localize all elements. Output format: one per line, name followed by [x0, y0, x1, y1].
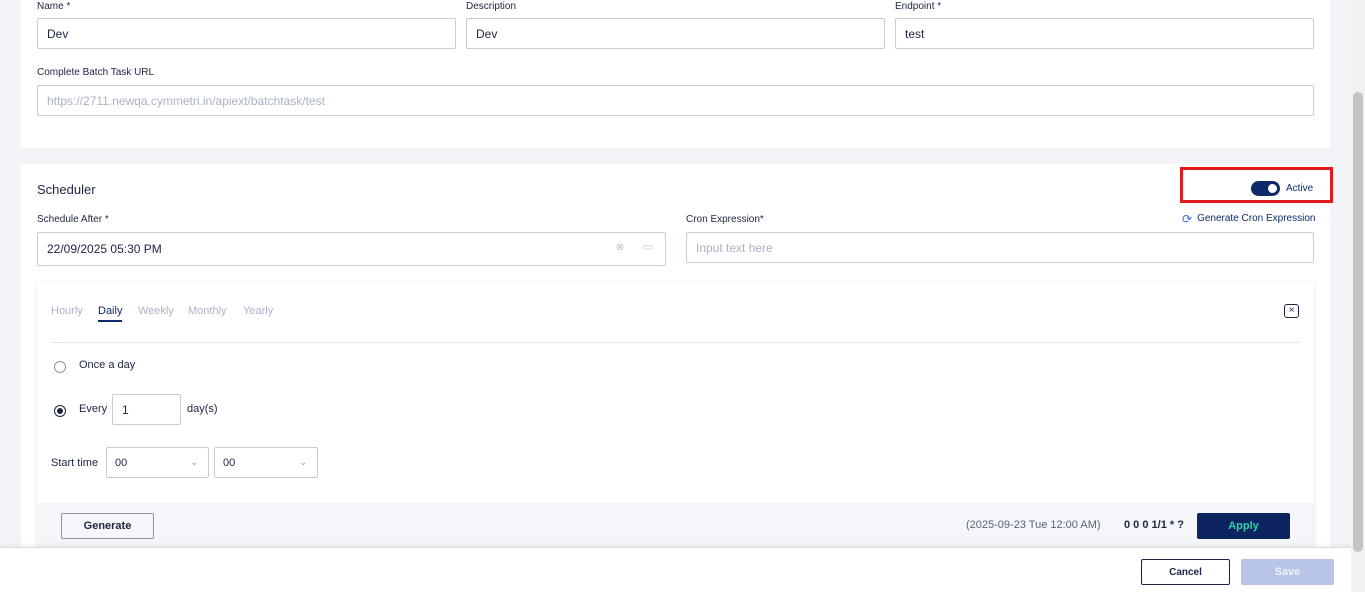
description-label: Description — [466, 1, 517, 12]
active-label: Active — [1286, 183, 1314, 194]
tab-yearly[interactable]: Yearly — [243, 305, 273, 317]
every-label: Every — [79, 403, 108, 415]
batch-url-label: Complete Batch Task URL — [37, 67, 155, 78]
name-label: Name * — [37, 1, 71, 12]
start-hour-select[interactable]: 00 ⌄ — [106, 447, 209, 478]
start-minute-select[interactable]: 00 ⌄ — [214, 447, 318, 478]
cron-expression-label: Cron Expression* — [686, 214, 764, 225]
schedule-after-input[interactable]: 22/09/2025 05:30 PM — [37, 232, 666, 266]
calendar-icon[interactable]: ▭ — [643, 242, 652, 253]
tab-daily[interactable]: Daily — [98, 305, 122, 317]
active-tab-indicator — [98, 320, 122, 322]
close-icon[interactable]: × — [1284, 304, 1299, 318]
days-unit-label: day(s) — [187, 403, 218, 415]
batch-url-input[interactable]: https://2711.newqa.cymmetri.in/apiext/ba… — [37, 85, 1314, 116]
start-minute-value: 00 — [223, 456, 236, 469]
generate-cron-link[interactable]: ⟳ Generate Cron Expression — [1182, 211, 1316, 226]
every-days-input[interactable]: 1 — [112, 394, 181, 425]
chevron-down-icon: ⌄ — [190, 457, 198, 467]
cron-expression-input[interactable]: Input text here — [686, 232, 1314, 263]
schedule-after-label: Schedule After * — [37, 214, 109, 225]
endpoint-label: Endpoint * — [895, 1, 942, 12]
start-time-label: Start time — [51, 457, 99, 469]
tab-weekly[interactable]: Weekly — [138, 305, 174, 317]
next-run-text: (2025-09-23 Tue 12:00 AM) — [966, 519, 1101, 531]
tab-hourly[interactable]: Hourly — [51, 305, 83, 317]
generate-button[interactable]: Generate — [61, 513, 154, 539]
start-hour-value: 00 — [115, 456, 128, 469]
refresh-icon: ⟳ — [1182, 211, 1193, 226]
tab-divider — [51, 342, 1300, 343]
cron-result-text: 0 0 0 1/1 * ? — [1124, 519, 1184, 531]
apply-button[interactable]: Apply — [1197, 513, 1290, 539]
cancel-button[interactable]: Cancel — [1141, 559, 1230, 585]
every-radio[interactable] — [54, 405, 66, 417]
description-input[interactable]: Dev — [466, 18, 885, 49]
chevron-down-icon: ⌄ — [299, 457, 307, 467]
toggle-knob — [1268, 184, 1277, 193]
generate-cron-label: Generate Cron Expression — [1197, 213, 1316, 224]
tab-monthly[interactable]: Monthly — [188, 305, 227, 317]
once-a-day-radio[interactable] — [54, 361, 66, 373]
scrollbar-thumb[interactable] — [1353, 92, 1363, 552]
clear-date-icon[interactable]: ⊗ — [616, 242, 624, 253]
save-button[interactable]: Save — [1241, 559, 1334, 585]
active-toggle[interactable] — [1251, 181, 1280, 196]
endpoint-input[interactable]: test — [895, 18, 1314, 49]
once-a-day-label: Once a day — [79, 359, 136, 371]
scheduler-title: Scheduler — [37, 182, 96, 197]
name-input[interactable]: Dev — [37, 18, 456, 49]
